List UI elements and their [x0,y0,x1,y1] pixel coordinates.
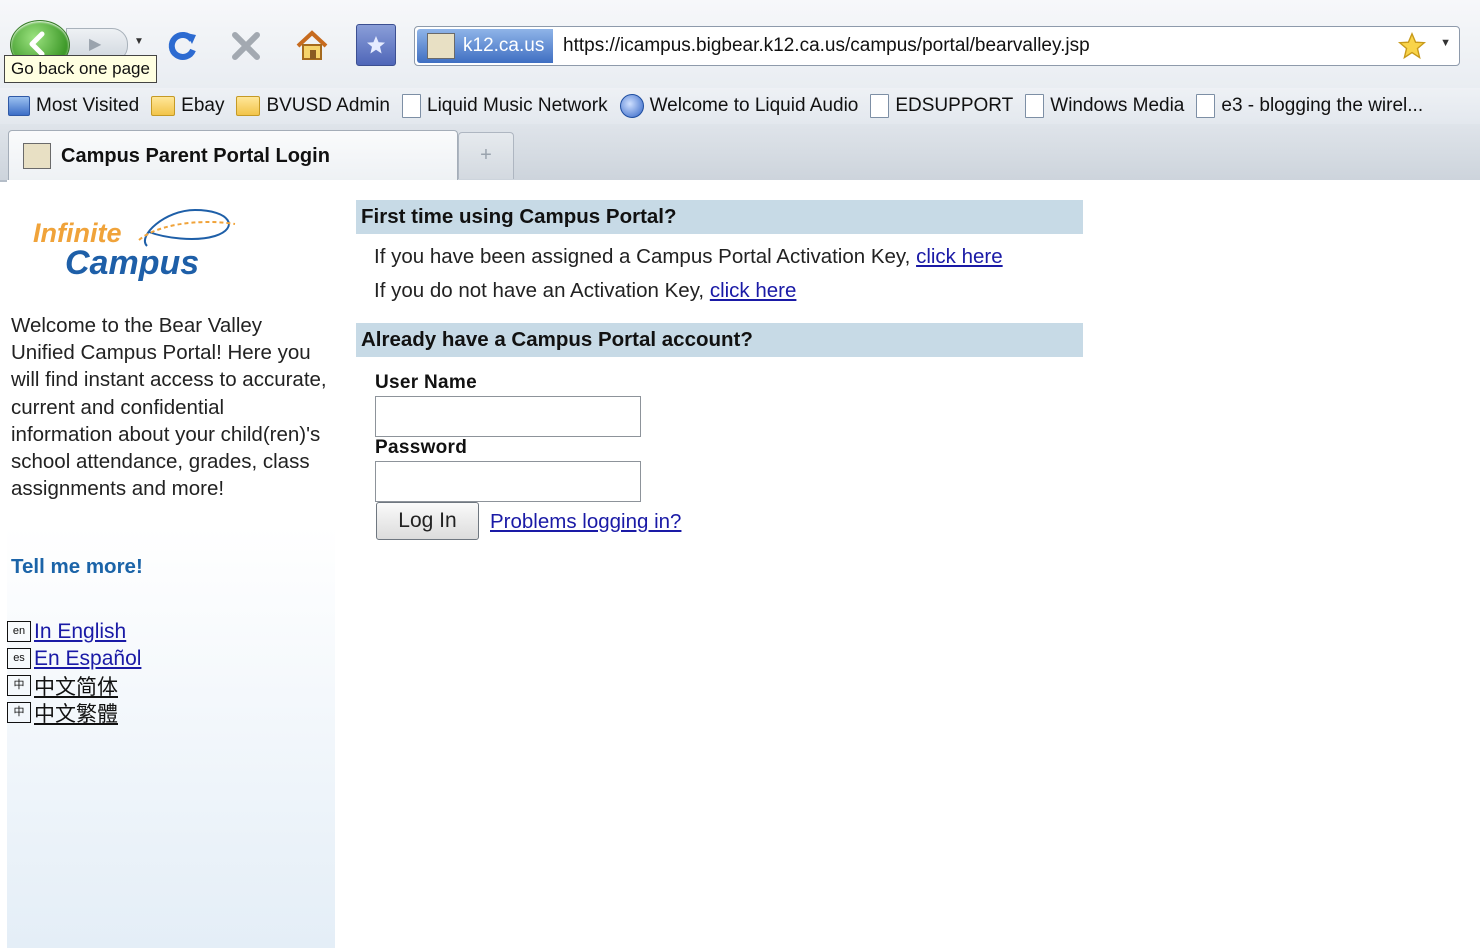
username-input[interactable] [375,396,641,437]
language-link-chinese-traditional[interactable]: 中文繁體 [34,698,118,728]
bookmark-label: Welcome to Liquid Audio [649,95,859,116]
page-icon [1025,94,1045,118]
tab-title: Campus Parent Portal Login [61,144,330,167]
bookmark-ebay[interactable]: Ebay [151,95,224,117]
site-identity-button[interactable]: k12.ca.us [417,29,553,63]
language-link-spanish[interactable]: En Español [34,647,141,671]
welcome-text: Welcome to the Bear Valley Unified Campu… [11,314,327,501]
activation-not-text: If you do not have an Activation Key, [374,279,710,302]
language-link-chinese-simplified[interactable]: 中文简体 [34,671,118,701]
sidebar: Infinite Campus Welcome to the Bear Vall… [7,180,335,948]
infinite-campus-logo: Infinite Campus [31,206,251,286]
site-favicon-icon [427,33,455,59]
problems-logging-in-link[interactable]: Problems logging in? [490,510,681,534]
bookmark-bvusd-admin[interactable]: BVUSD Admin [236,95,390,117]
back-tooltip: Go back one page [4,55,157,83]
tab-favicon-icon [23,143,51,169]
language-list: en In English es En Español 中 中文简体 中 中文繁… [7,618,141,726]
page-icon [870,94,890,118]
url-text[interactable]: https://icampus.bigbear.k12.ca.us/campus… [563,35,1090,57]
bookmark-label: Liquid Music Network [427,95,608,116]
bookmark-most-visited[interactable]: Most Visited [8,95,139,117]
bookmark-label: e3 - blogging the wirel... [1221,95,1424,116]
bookmark-label: Ebay [181,95,225,116]
bookmark-liquid-audio[interactable]: Welcome to Liquid Audio [619,94,859,118]
bookmark-label: EDSUPPORT [895,95,1014,116]
star-icon[interactable] [1397,31,1427,66]
username-label: User Name [375,372,477,393]
first-time-header: First time using Campus Portal? [356,200,1083,234]
url-bar[interactable]: k12.ca.us https://icampus.bigbear.k12.ca… [414,26,1460,66]
tab-campus-parent-portal[interactable]: Campus Parent Portal Login [8,130,458,181]
bookmark-windows-media[interactable]: Windows Media [1025,94,1184,118]
back-arrow-icon [29,31,45,57]
new-tab-button[interactable]: + [458,132,514,179]
identity-label: k12.ca.us [463,35,545,56]
en-flag-icon: en [7,621,31,642]
bookmark-edsupport[interactable]: EDSUPPORT [870,94,1013,118]
url-dropdown-icon[interactable]: ▼ [1440,37,1451,49]
reload-icon[interactable] [160,26,204,66]
language-item-english: en In English [7,618,141,645]
bookmark-label: Most Visited [36,95,140,116]
login-button[interactable]: Log In [376,502,479,540]
activation-have-line: If you have been assigned a Campus Porta… [374,240,1003,274]
navigation-toolbar: ▶ ▼ Go back one page k12.ca.us https://i… [0,0,1480,88]
page-icon [402,94,421,118]
bookmark-label: Windows Media [1050,95,1185,116]
password-input[interactable] [375,461,641,502]
activation-have-text: If you have been assigned a Campus Porta… [374,245,917,268]
activation-section: If you have been assigned a Campus Porta… [356,240,1003,308]
logo-text-campus: Campus [65,244,200,282]
history-dropdown-icon[interactable]: ▼ [134,36,144,47]
password-label: Password [375,437,468,458]
bookmark-star-button-icon[interactable] [356,24,396,66]
page-content: Infinite Campus Welcome to the Bear Vall… [7,180,1480,948]
bookmark-liquid-music-network[interactable]: Liquid Music Network [402,94,608,118]
stop-icon[interactable] [224,26,268,66]
forward-arrow-icon: ▶ [89,36,102,53]
zh-flag-icon: 中 [7,675,31,696]
activation-not-line: If you do not have an Activation Key, cl… [374,274,1003,308]
language-item-spanish: es En Español [7,645,141,672]
most-visited-icon [8,96,30,116]
bookmark-label: BVUSD Admin [266,95,390,116]
home-icon[interactable] [290,26,334,66]
tab-bar: Campus Parent Portal Login + [0,124,1480,182]
bookmark-e3-blogging[interactable]: e3 - blogging the wirel... [1196,94,1423,118]
bookmarks-toolbar: Most Visited Ebay BVUSD Admin Liquid Mus… [0,88,1480,124]
language-item-chinese-traditional: 中 中文繁體 [7,699,141,726]
folder-icon [151,96,176,116]
activation-key-click-here-link[interactable]: click here [916,245,1003,268]
no-activation-key-click-here-link[interactable]: click here [710,279,797,302]
language-link-english[interactable]: In English [34,620,126,644]
folder-icon [236,96,261,116]
globe-icon [619,94,644,118]
account-header: Already have a Campus Portal account? [356,323,1083,357]
es-flag-icon: es [7,648,31,669]
zh-flag-icon: 中 [7,702,31,723]
tell-me-more-link[interactable]: Tell me more! [11,555,143,579]
page-icon [1196,94,1216,118]
language-item-chinese-simplified: 中 中文简体 [7,672,141,699]
